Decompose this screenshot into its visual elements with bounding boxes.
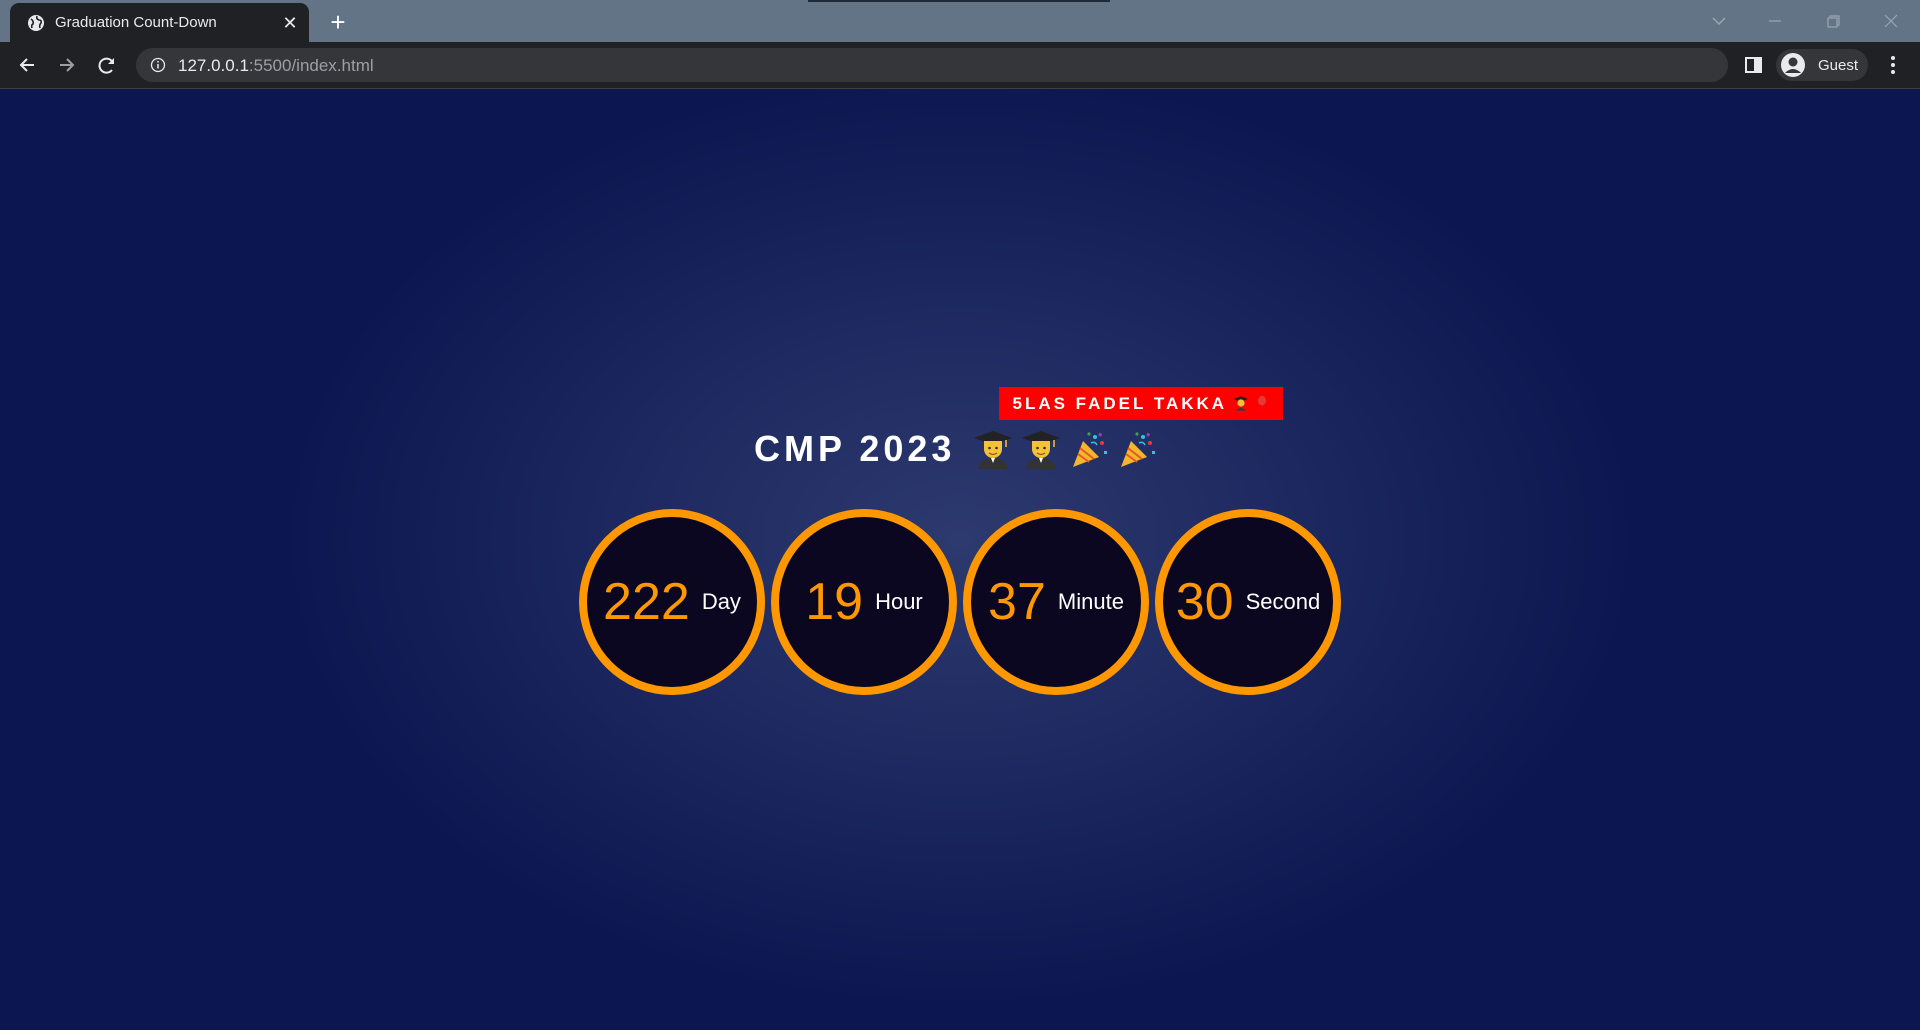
profile-label: Guest [1818, 57, 1859, 74]
forward-arrow-icon[interactable] [52, 50, 82, 80]
party-popper-icon [1121, 432, 1156, 467]
graduate-icon [1022, 431, 1061, 469]
graduate-icon [974, 431, 1013, 469]
banner: 5LAS FADEL TAKKA [999, 387, 1283, 420]
tab-title: Graduation Count-Down [55, 14, 217, 31]
close-window-icon[interactable] [1876, 6, 1906, 36]
restore-icon[interactable] [1818, 6, 1848, 36]
minimize-icon[interactable] [1760, 6, 1790, 36]
tab-search-icon[interactable] [1704, 6, 1734, 36]
browser-tab[interactable]: Graduation Count-Down ✕ [10, 3, 309, 42]
graduate-icon [1233, 396, 1249, 411]
back-arrow-icon[interactable] [12, 50, 42, 80]
url-path: :5500/index.html [248, 56, 374, 75]
close-tab-icon[interactable]: ✕ [279, 12, 301, 34]
url-text[interactable]: 127.0.0.1:5500/index.html [178, 56, 374, 76]
side-panel-icon[interactable] [1744, 55, 1764, 75]
browser-tab-strip: Graduation Count-Down ✕ + [0, 0, 1920, 42]
days-value: 222 [603, 573, 690, 631]
reload-icon[interactable] [92, 50, 122, 80]
avatar-icon [1781, 53, 1805, 77]
countdown-hours: 19 Hour [771, 509, 957, 695]
address-bar[interactable]: 127.0.0.1:5500/index.html [136, 48, 1728, 82]
globe-icon [28, 15, 44, 31]
kebab-menu-icon[interactable] [1880, 52, 1906, 78]
minutes-value: 37 [988, 573, 1046, 631]
countdown-days: 222 Day [579, 509, 765, 695]
title-row: CMP 2023 [754, 419, 1157, 479]
tab-strip-edge [808, 0, 1110, 2]
info-icon[interactable] [150, 57, 166, 73]
countdown: 222 Day 19 Hour 37 Minute 30 Second [579, 509, 1341, 699]
title-emojis [973, 429, 1157, 469]
days-label: Day [701, 589, 741, 614]
page-viewport: 5LAS FADEL TAKKA CMP 2023 222 Day 19 Hou… [0, 89, 1920, 1030]
balloon-icon [1257, 396, 1266, 412]
page-title: CMP 2023 [754, 428, 956, 469]
countdown-seconds: 30 Second [1155, 509, 1341, 695]
profile-button[interactable]: Guest [1776, 49, 1868, 81]
hours-value: 19 [805, 573, 864, 631]
minutes-label: Minute [1057, 589, 1124, 614]
seconds-label: Second [1245, 589, 1321, 614]
new-tab-icon[interactable]: + [324, 8, 352, 36]
banner-text: 5LAS FADEL TAKKA [1012, 393, 1228, 413]
hours-label: Hour [875, 589, 923, 614]
party-popper-icon [1073, 432, 1108, 467]
url-host: 127.0.0.1 [178, 56, 249, 75]
seconds-value: 30 [1175, 573, 1234, 631]
countdown-minutes: 37 Minute [963, 509, 1149, 695]
browser-toolbar: 127.0.0.1:5500/index.html Guest [0, 42, 1920, 89]
banner-icons [1233, 395, 1269, 413]
